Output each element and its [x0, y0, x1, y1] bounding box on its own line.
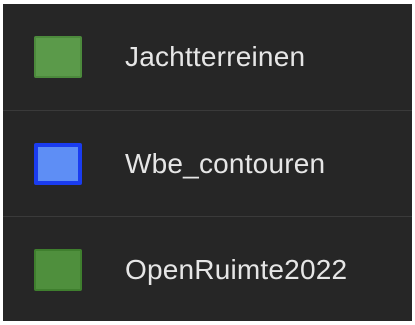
legend-swatch-green-icon [34, 248, 82, 291]
layer-legend: Jachtterreinen Wbe_contouren OpenRuimte2… [3, 4, 412, 321]
legend-swatch-blue-icon [34, 142, 82, 185]
legend-swatch-green-icon [34, 36, 82, 78]
legend-item-label: OpenRuimte2022 [125, 253, 348, 285]
legend-item-openruimte2022[interactable]: OpenRuimte2022 [3, 216, 412, 322]
legend-item-jachtterreinen[interactable]: Jachtterreinen [3, 4, 412, 110]
legend-item-label: Wbe_contouren [125, 147, 326, 179]
legend-item-wbe-contouren[interactable]: Wbe_contouren [3, 110, 412, 216]
legend-item-label: Jachtterreinen [125, 41, 306, 72]
